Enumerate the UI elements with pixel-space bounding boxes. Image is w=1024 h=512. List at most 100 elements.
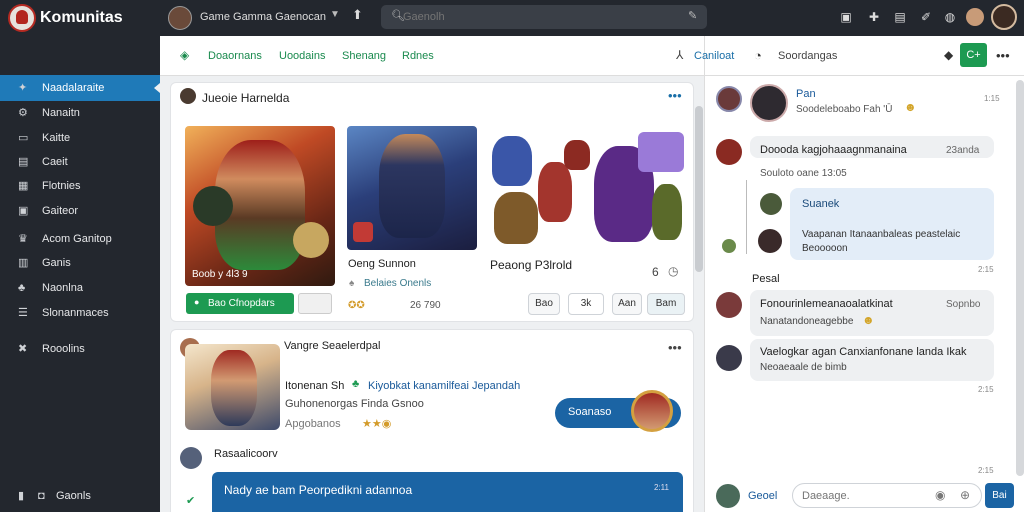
sidebar-item-1[interactable]: ⚙ Nanaitn xyxy=(0,100,160,126)
avatar[interactable] xyxy=(716,292,742,318)
chat-name[interactable]: Doooda kagjohaaagnmanaina xyxy=(760,144,907,156)
emoji-icon: ★★◉ xyxy=(362,418,392,430)
avatar[interactable] xyxy=(716,345,742,371)
avatar[interactable] xyxy=(631,390,673,432)
post-author[interactable]: Jueoie Harnelda xyxy=(202,91,289,105)
message-input[interactable] xyxy=(802,488,922,503)
search-input[interactable] xyxy=(403,8,673,25)
chat-text: Soodeleboabo Fah 'Ū xyxy=(796,104,893,115)
chat-name[interactable]: Pesal xyxy=(752,273,780,285)
scrollbar[interactable] xyxy=(695,106,703,272)
users-icon: ♣ xyxy=(18,282,26,294)
app-logo[interactable] xyxy=(8,4,36,32)
chat-footer-label[interactable]: Geoel xyxy=(748,490,777,502)
avatar[interactable] xyxy=(180,88,196,104)
chat-name[interactable]: Fonourinlemeanaoalatkinat xyxy=(760,298,893,310)
send-button[interactable]: Bai xyxy=(985,483,1014,508)
avatar[interactable] xyxy=(760,193,782,215)
puzzle-icon[interactable]: ✚ xyxy=(866,9,882,25)
panel-settings-link[interactable]: Soordangas xyxy=(778,50,837,62)
post-line: Apgobanos xyxy=(285,418,341,430)
back-arrow-icon[interactable]: ◈ xyxy=(180,48,189,62)
chat-time: 2:15 xyxy=(978,265,994,274)
avatar[interactable] xyxy=(966,8,984,26)
post-image[interactable] xyxy=(347,126,477,250)
more-icon[interactable]: ••• xyxy=(668,88,682,103)
sidebar-footer[interactable]: ▮ ◘ Gaonls xyxy=(0,483,160,509)
crystal-shape xyxy=(638,132,684,172)
avatar[interactable] xyxy=(716,86,742,112)
panel-people-link[interactable]: Caniloat xyxy=(694,50,734,62)
image-caption: Boob y 4l3 9 xyxy=(192,269,248,280)
sidebar-item-6[interactable]: ♛ Acom Ganitop xyxy=(0,226,160,252)
avatar[interactable] xyxy=(716,139,742,165)
chart-icon: ▥ xyxy=(18,257,29,269)
avatar[interactable] xyxy=(750,84,788,122)
profile-avatar[interactable] xyxy=(991,4,1017,30)
game-title[interactable]: Game Gamma Gaenocan xyxy=(200,11,326,23)
bookmark-icon[interactable]: ▤ xyxy=(892,9,908,25)
chat-text: Vaapanan Itanaanbaleas peastelaic Beoooo… xyxy=(802,229,961,254)
avatar[interactable] xyxy=(180,447,202,469)
tab-0[interactable]: Doaornans xyxy=(208,50,262,62)
post-author[interactable]: Vangre Seaelerdpal xyxy=(284,340,380,352)
smile-icon: ☻ xyxy=(862,313,875,327)
avatar[interactable] xyxy=(722,239,736,253)
chat-text: Neoaeaale de bimb xyxy=(760,362,847,373)
chat-name[interactable]: Vaelogkar agan Canxianfonane landa Ikak xyxy=(760,346,990,358)
globe-icon[interactable]: ◍ xyxy=(942,9,958,25)
action-button[interactable]: Bao xyxy=(528,293,560,315)
sidebar-item-8[interactable]: ♣ Naonlna xyxy=(0,275,160,301)
arrow-up-icon[interactable]: ⬆ xyxy=(352,7,363,23)
post-link[interactable]: Kiyobkat kanamilfeai Jepandah xyxy=(368,380,520,392)
chevron-down-icon[interactable]: ▼ xyxy=(330,9,340,20)
spade-icon: ♠ xyxy=(349,278,355,289)
shield-icon: ◘ xyxy=(38,490,45,502)
shield-shape xyxy=(293,222,329,258)
sidebar-item-10[interactable]: ✖ Rooolins xyxy=(0,336,160,362)
tab-3[interactable]: Rdnes xyxy=(402,50,434,62)
emoji-icon[interactable]: ◉ xyxy=(935,488,945,502)
post-meta-count: 26 790 xyxy=(410,300,441,311)
post-image[interactable] xyxy=(185,126,335,286)
image-title: Oeng Sunnon xyxy=(348,258,416,270)
action-button[interactable]: Aan xyxy=(612,293,642,315)
avatar[interactable] xyxy=(716,484,740,508)
sidebar-item-0[interactable]: ✦ Naadalaraite xyxy=(0,75,160,101)
post-image[interactable] xyxy=(185,344,280,430)
new-button[interactable]: C+ xyxy=(960,43,987,67)
sidebar-item-5[interactable]: ▣ Gaiteor xyxy=(0,198,160,224)
tab-1[interactable]: Uoodains xyxy=(279,50,325,62)
game-avatar[interactable] xyxy=(168,6,192,30)
sidebar-item-7[interactable]: ▥ Ganis xyxy=(0,250,160,276)
more-icon[interactable]: ••• xyxy=(668,340,682,355)
bag-icon[interactable]: ◆ xyxy=(944,48,953,62)
reply-author[interactable]: Rasaalicoorv xyxy=(214,448,278,460)
hero-figure xyxy=(211,350,257,426)
image-icon[interactable]: ▣ xyxy=(838,9,854,25)
more-icon[interactable]: ••• xyxy=(996,48,1010,63)
people-icon[interactable]: ⅄ xyxy=(676,48,683,62)
attach-icon[interactable]: ⊕ xyxy=(960,488,970,502)
tools-icon: ✖ xyxy=(18,343,28,355)
reaction-button[interactable]: 3k xyxy=(568,293,604,315)
edit-icon[interactable]: ✐ xyxy=(918,9,934,25)
scrollbar[interactable] xyxy=(1016,80,1024,476)
sidebar-item-3[interactable]: ▤ Caeit xyxy=(0,149,160,175)
chat-icon[interactable]: ◔ xyxy=(754,48,762,63)
chat-name[interactable]: Suanek xyxy=(802,198,839,210)
chat-tag: Sopnbo xyxy=(946,299,981,310)
chat-name[interactable]: Pan xyxy=(796,88,816,100)
avatar[interactable] xyxy=(758,229,782,253)
armored-figure xyxy=(379,134,445,238)
action-button[interactable]: Bam xyxy=(647,293,685,315)
image-title: Peaong P3lrold xyxy=(490,258,573,272)
sidebar-item-9[interactable]: ☰ Slonanmaces xyxy=(0,300,160,326)
tab-2[interactable]: Shenang xyxy=(342,50,386,62)
sidebar-item-2[interactable]: ▭ Kaitte xyxy=(0,125,160,151)
pen-icon[interactable]: ✎ xyxy=(688,9,697,22)
post-image[interactable] xyxy=(486,126,692,250)
sidebar-item-4[interactable]: ▦ Flotnies xyxy=(0,173,160,199)
avatar-group[interactable] xyxy=(298,293,332,314)
thread-line xyxy=(746,180,747,254)
